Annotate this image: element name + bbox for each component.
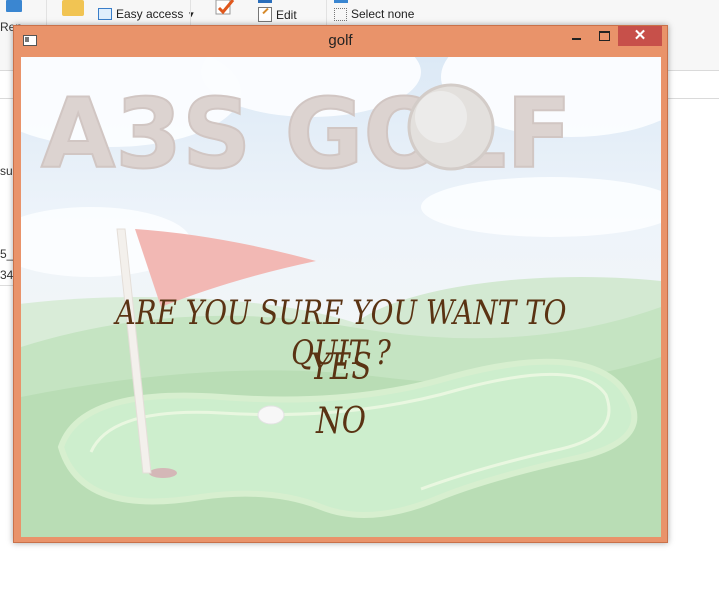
close-button[interactable]: ✕ (618, 26, 662, 46)
edit-icon (258, 7, 272, 22)
no-option[interactable]: NO (79, 401, 604, 442)
open-icon (258, 0, 272, 3)
folder-icon (62, 0, 84, 16)
edit-label: Edit (276, 7, 297, 22)
select-none-label: Select none (351, 7, 415, 21)
minimize-button[interactable] (562, 26, 590, 46)
easy-access-button[interactable]: Easy access ▼ (98, 7, 195, 21)
computer-icon (6, 0, 22, 12)
easy-access-label: Easy access (116, 7, 184, 21)
game-canvas[interactable]: A3S GOLF ARE YOU SURE YOU WANT TO QUIT ?… (21, 57, 661, 537)
edit-button[interactable]: Edit (258, 7, 297, 22)
close-icon: ✕ (633, 27, 647, 44)
properties-check-icon[interactable] (214, 0, 236, 18)
dropdown-arrow-icon: ▼ (187, 9, 196, 19)
easy-access-icon (98, 8, 112, 20)
select-none-icon (334, 7, 347, 21)
select-all-icon (334, 0, 348, 3)
yes-option[interactable]: YES (79, 347, 604, 388)
maximize-button[interactable] (590, 26, 618, 46)
golf-window: golf ✕ A3S GOLF ARE YOU SURE YOU WANT TO… (13, 25, 668, 543)
window-titlebar[interactable]: golf ✕ (14, 26, 667, 56)
select-none-button[interactable]: Select none (334, 7, 414, 21)
divider (0, 285, 14, 286)
truncated-file-text: 34 (0, 268, 14, 282)
